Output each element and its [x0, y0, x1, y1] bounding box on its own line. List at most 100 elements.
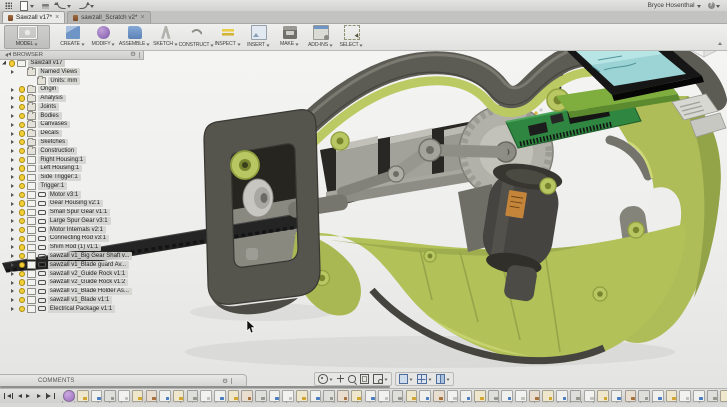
visibility-bulb-icon[interactable] [18, 182, 25, 190]
workspace-selector[interactable]: MODEL [4, 25, 50, 49]
browser-item[interactable]: Canvases [0, 120, 140, 129]
browser-item-label[interactable]: Named Views [38, 68, 81, 76]
browser-item-label[interactable]: Canvases [38, 120, 71, 129]
expand-arrow-icon[interactable] [11, 201, 16, 206]
step-forward-button[interactable] [36, 392, 44, 401]
browser-item[interactable]: sawzall v1_Blade v1:1 [0, 296, 140, 305]
browser-item-label[interactable]: Sawzall v17 [28, 59, 66, 68]
browser-item-label[interactable]: Trigger:1 [38, 182, 68, 190]
toolbar-menu[interactable]: CONSTRUCT [179, 25, 214, 49]
grid-settings[interactable] [417, 374, 432, 384]
browser-item-label[interactable]: sawzall v1_Blade Holder As... [47, 287, 132, 296]
browser-item[interactable]: Decals [0, 128, 140, 138]
help-menu[interactable]: ? [707, 2, 720, 10]
browser-item-label[interactable]: Construction [38, 147, 78, 155]
visibility-bulb-icon[interactable] [18, 279, 25, 286]
browser-item-label[interactable]: sawzall v1_Blade guard Av... [47, 261, 130, 269]
comments-gear-icon[interactable]: ⚙ [222, 377, 228, 385]
browser-item-label[interactable]: Origin [38, 85, 60, 94]
expand-arrow-icon[interactable] [11, 210, 16, 215]
browser-item-label[interactable]: sawzall v2_Guide Rock v1:2 [47, 278, 129, 287]
browser-item-label[interactable]: sawzall v1_Blade v1:1 [47, 296, 113, 304]
browser-item[interactable]: Units: mm [0, 76, 140, 86]
redo-icon[interactable] [79, 1, 94, 10]
browser-gear-icon[interactable]: ⚙ [130, 51, 136, 59]
zoom-tool[interactable] [348, 375, 356, 383]
toolbar-menu[interactable]: INSERT [243, 25, 274, 49]
visibility-bulb-icon[interactable] [18, 165, 25, 172]
browser-item[interactable]: Connecting Rod v3:1 [0, 234, 140, 243]
browser-item[interactable]: Gear Housing v2:1 [0, 199, 140, 208]
browser-item[interactable]: Electrical Package v1:1 [0, 304, 140, 313]
browser-item-label[interactable]: Units: mm [48, 77, 81, 85]
expand-arrow-icon[interactable] [11, 96, 16, 101]
browser-item-label[interactable]: Analysis [38, 94, 66, 103]
visibility-bulb-icon[interactable] [18, 217, 25, 225]
undo-icon[interactable] [54, 1, 71, 10]
browser-item-label[interactable]: Bodies [38, 112, 62, 120]
toolbar-menu[interactable]: MAKE [274, 25, 305, 49]
file-menu-icon[interactable] [20, 0, 34, 11]
visibility-bulb-icon[interactable] [18, 296, 25, 304]
expand-arrow-icon[interactable] [11, 122, 16, 127]
display-settings[interactable] [398, 374, 414, 384]
toolbar-menu[interactable]: MODIFY [88, 25, 119, 49]
visibility-bulb-icon[interactable] [18, 305, 25, 313]
browser-item[interactable]: Sketches [0, 137, 140, 147]
expand-arrow-icon[interactable] [11, 184, 16, 189]
expand-arrow-icon[interactable] [11, 289, 16, 294]
expand-arrow-icon[interactable] [11, 70, 16, 75]
browser-item-label[interactable]: Motor v3:1 [47, 191, 82, 199]
document-tab[interactable]: Sawzall v17* [2, 11, 66, 23]
visibility-bulb-icon[interactable] [18, 104, 25, 111]
close-icon[interactable] [141, 14, 145, 21]
browser-item[interactable]: Joints [0, 102, 140, 112]
expand-arrow-icon[interactable] [11, 113, 16, 118]
browser-item-label[interactable]: Decals [38, 129, 62, 138]
expand-arrow-icon[interactable] [11, 306, 16, 311]
step-back-button[interactable] [15, 392, 23, 401]
browser-item[interactable]: Motor Internals v2:1 [0, 226, 140, 235]
visibility-bulb-icon[interactable] [18, 235, 25, 242]
collapse-panel-icon[interactable] [3, 52, 11, 57]
browser-item-label[interactable]: Right Housing:1 [38, 156, 87, 164]
visibility-bulb-icon[interactable] [18, 253, 25, 260]
browser-item[interactable]: Construction [0, 146, 140, 156]
expand-arrow-icon[interactable] [11, 236, 16, 241]
browser-item-label[interactable]: Sketches [38, 138, 69, 147]
expand-arrow-icon[interactable] [11, 105, 16, 110]
visibility-bulb-icon[interactable] [18, 130, 25, 137]
browser-item[interactable]: Right Housing:1 [0, 155, 140, 164]
visibility-bulb-icon[interactable] [18, 288, 25, 295]
browser-item-label[interactable]: Shim Rod (1) v1:1 [47, 243, 102, 252]
toolbar-menu[interactable]: SELECT [336, 25, 367, 49]
expand-arrow-icon[interactable] [11, 131, 16, 136]
browser-item-label[interactable]: Left Housing:1 [38, 164, 83, 173]
expand-arrow-icon[interactable] [11, 157, 16, 162]
visibility-bulb-icon[interactable] [18, 147, 25, 155]
expand-arrow-icon[interactable] [11, 149, 16, 154]
toolbar-menu[interactable]: CREATE [57, 25, 88, 49]
browser-item-label[interactable]: Electrical Package v1:1 [47, 305, 116, 313]
browser-item-label[interactable]: Gear Housing v2:1 [47, 199, 103, 208]
browser-item[interactable]: sawzall v2_Guide Rock v1:1 [0, 269, 140, 278]
visibility-bulb-icon[interactable] [18, 139, 25, 146]
timeline-feature-icon[interactable] [706, 390, 719, 402]
visibility-bulb-icon[interactable] [18, 244, 25, 251]
save-icon[interactable] [41, 2, 49, 9]
user-menu[interactable]: Bryce Hosenthal [648, 2, 701, 10]
browser-item[interactable]: sawzall v1_Blade guard Av... [0, 261, 140, 270]
play-button[interactable] [25, 392, 33, 401]
browser-item[interactable]: Origin [0, 84, 140, 94]
zoom-window-tool[interactable] [373, 374, 388, 384]
visibility-bulb-icon[interactable] [18, 261, 25, 269]
browser-item-label[interactable]: Large Spur Gear v3:1 [47, 217, 111, 225]
browser-item[interactable]: Small Spur Gear v1:1 [0, 208, 140, 217]
visibility-bulb-icon[interactable] [18, 226, 25, 234]
expand-arrow-icon[interactable] [11, 219, 16, 224]
visibility-bulb-icon[interactable] [18, 209, 25, 216]
visibility-bulb-icon[interactable] [18, 200, 25, 207]
expand-arrow-icon[interactable] [11, 175, 16, 180]
browser-item[interactable]: Analysis [0, 93, 140, 103]
orbit-tool[interactable] [318, 374, 333, 384]
